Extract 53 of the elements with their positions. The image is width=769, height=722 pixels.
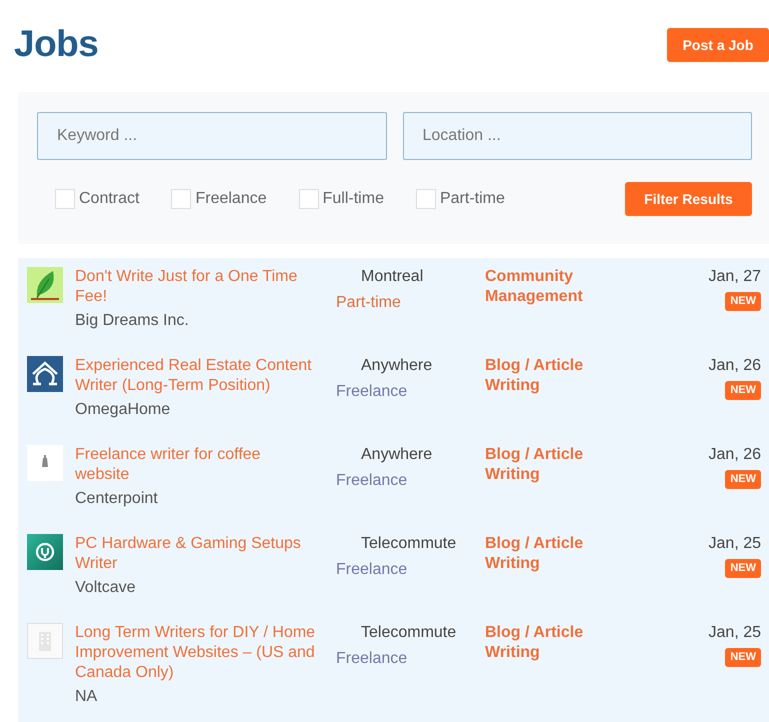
checkbox-label[interactable]: Full-time <box>322 187 384 211</box>
job-title-link[interactable]: Freelance writer for coffee website <box>75 445 318 485</box>
company-name: Centerpoint <box>75 489 159 509</box>
job-date: Jan, 26 <box>708 356 761 376</box>
new-badge: NEW <box>725 381 761 400</box>
plug-logo-icon <box>27 534 63 570</box>
house-logo-icon <box>27 356 63 392</box>
job-title-link[interactable]: PC Hardware & Gaming Setups Writer <box>75 534 318 574</box>
job-location: Telecommute <box>361 534 458 554</box>
job-location: Anywhere <box>361 445 434 465</box>
job-date: Jan, 25 <box>708 534 761 554</box>
job-type: Freelance <box>336 649 408 669</box>
job-type: Freelance <box>336 560 408 580</box>
job-type: Part-time <box>336 293 402 313</box>
new-badge: NEW <box>725 559 761 578</box>
building-logo-icon <box>27 623 63 659</box>
job-date: Jan, 27 <box>708 267 761 287</box>
job-title-link[interactable]: Don't Write Just for a One Time Fee! <box>75 267 318 307</box>
job-category: Community Management <box>485 267 584 307</box>
job-location: Anywhere <box>361 356 434 376</box>
job-date: Jan, 25 <box>708 623 761 643</box>
checkbox-label[interactable]: Freelance <box>195 187 267 211</box>
job-category: Blog / Article Writing <box>485 534 584 574</box>
keyword-field[interactable]: Keyword ... <box>37 112 386 160</box>
job-location: Montreal <box>361 267 424 287</box>
checkbox[interactable] <box>171 189 192 209</box>
checkbox-label[interactable]: Part-time <box>440 187 505 211</box>
job-date: Jan, 26 <box>708 445 761 465</box>
job-type: Freelance <box>336 471 408 491</box>
new-badge: NEW <box>725 648 761 667</box>
page-title: Jobs <box>14 22 98 66</box>
company-name: Big Dreams Inc. <box>75 311 190 331</box>
location-field[interactable]: Location ... <box>402 112 752 160</box>
new-badge: NEW <box>725 470 761 489</box>
leaf-logo-icon <box>27 267 63 303</box>
job-category: Blog / Article Writing <box>485 445 584 485</box>
coffee-pot-logo-icon <box>27 445 63 481</box>
job-type: Freelance <box>336 382 408 402</box>
filter-results-button[interactable]: Filter Results <box>625 182 752 216</box>
checkbox[interactable] <box>55 189 75 209</box>
job-category: Blog / Article Writing <box>485 356 584 396</box>
company-name: OmegaHome <box>75 400 172 420</box>
checkbox[interactable] <box>416 189 436 209</box>
job-location: Telecommute <box>361 623 458 643</box>
new-badge: NEW <box>725 292 761 311</box>
job-category: Blog / Article Writing <box>485 623 584 663</box>
checkbox[interactable] <box>298 189 319 209</box>
company-name: Voltcave <box>75 578 136 598</box>
job-title-link[interactable]: Experienced Real Estate Content Writer (Long-Term Position) <box>75 356 318 396</box>
company-name: NA <box>75 687 98 707</box>
checkbox-label[interactable]: Contract <box>79 187 140 211</box>
job-title-link[interactable]: Long Term Writers for DIY / Home Improvement Websites – (US and Canada Only) <box>75 623 318 683</box>
post-job-button[interactable]: Post a Job <box>667 28 769 62</box>
